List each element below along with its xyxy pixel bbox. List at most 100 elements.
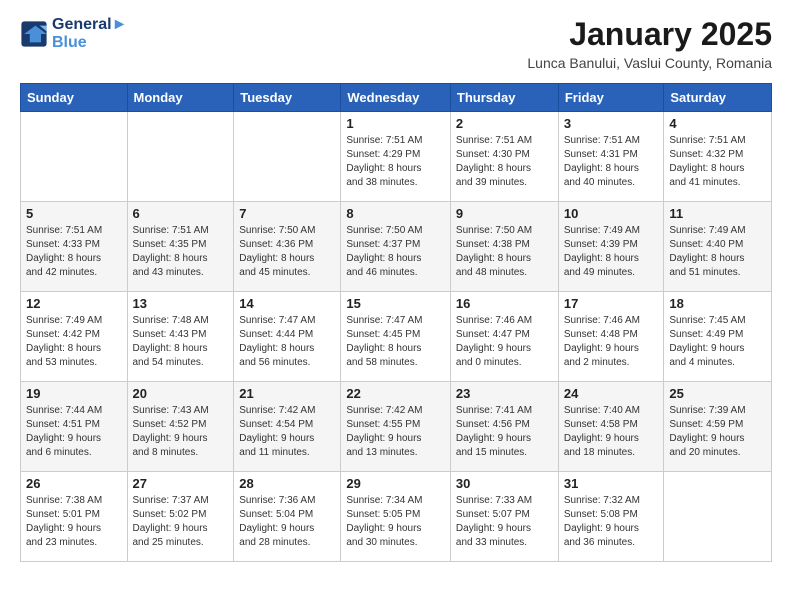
weekday-header-row: SundayMondayTuesdayWednesdayThursdayFrid… (21, 84, 772, 112)
day-number: 9 (456, 206, 553, 221)
calendar-cell: 7Sunrise: 7:50 AM Sunset: 4:36 PM Daylig… (234, 202, 341, 292)
calendar-cell: 12 Sunrise: 7:49 AM Sunset: 4:42 PM Dayli… (21, 292, 128, 382)
calendar-cell: 1Sunrise: 7:51 AM Sunset: 4:29 PM Daylig… (341, 112, 451, 202)
day-number: 2 (456, 116, 553, 131)
calendar-cell: 5 Sunrise: 7:51 AM Sunset: 4:33 PM Daylig… (21, 202, 128, 292)
day-number: 12 (26, 296, 122, 311)
day-info: Sunrise: 7:42 AM Sunset: 4:54 PM Dayligh… (239, 404, 335, 460)
calendar-cell: 9 Sunrise: 7:50 AM Sunset: 4:38 PM Daylig… (450, 202, 558, 292)
day-number: 23 (456, 386, 553, 401)
day-info: Sunrise: 7:49 AM Sunset: 4:42 PM Dayligh… (26, 314, 122, 370)
calendar-cell: 31Sunrise: 7:32 AM Sunset: 5:08 PM Dayli… (558, 472, 664, 562)
day-info: Sunrise: 7:43 AM Sunset: 4:52 PM Dayligh… (133, 404, 229, 460)
day-info: Sunrise: 7:38 AM Sunset: 5:01 PM Dayligh… (26, 494, 122, 550)
day-info: Sunrise: 7:50 AM Sunset: 4:36 PM Dayligh… (239, 224, 335, 280)
day-number: 27 (133, 476, 229, 491)
calendar-cell: 3Sunrise: 7:51 AM Sunset: 4:31 PM Daylig… (558, 112, 664, 202)
day-number: 6 (133, 206, 229, 221)
day-info: Sunrise: 7:47 AM Sunset: 4:44 PM Dayligh… (239, 314, 335, 370)
day-number: 17 (564, 296, 659, 311)
calendar-cell (127, 112, 234, 202)
day-info: Sunrise: 7:45 AM Sunset: 4:49 PM Dayligh… (669, 314, 766, 370)
calendar-cell: 21 Sunrise: 7:42 AM Sunset: 4:54 PM Dayli… (234, 382, 341, 472)
calendar-cell: 4 Sunrise: 7:51 AM Sunset: 4:32 PM Daylig… (664, 112, 772, 202)
weekday-header-saturday: Saturday (664, 84, 772, 112)
day-number: 5 (26, 206, 122, 221)
day-info: Sunrise: 7:32 AM Sunset: 5:08 PM Dayligh… (564, 494, 659, 550)
day-number: 26 (26, 476, 122, 491)
calendar-cell: 29Sunrise: 7:34 AM Sunset: 5:05 PM Dayli… (341, 472, 451, 562)
day-info: Sunrise: 7:37 AM Sunset: 5:02 PM Dayligh… (133, 494, 229, 550)
calendar-cell: 17 Sunrise: 7:46 AM Sunset: 4:48 PM Dayli… (558, 292, 664, 382)
calendar-week-row: 5 Sunrise: 7:51 AM Sunset: 4:33 PM Daylig… (21, 202, 772, 292)
calendar-table: SundayMondayTuesdayWednesdayThursdayFrid… (20, 83, 772, 562)
day-info: Sunrise: 7:51 AM Sunset: 4:32 PM Dayligh… (669, 134, 766, 190)
day-info: Sunrise: 7:42 AM Sunset: 4:55 PM Dayligh… (346, 404, 445, 460)
day-info: Sunrise: 7:46 AM Sunset: 4:47 PM Dayligh… (456, 314, 553, 370)
calendar-cell: 16Sunrise: 7:46 AM Sunset: 4:47 PM Dayli… (450, 292, 558, 382)
day-info: Sunrise: 7:36 AM Sunset: 5:04 PM Dayligh… (239, 494, 335, 550)
logo: General► Blue (20, 16, 127, 52)
weekday-header-friday: Friday (558, 84, 664, 112)
day-number: 14 (239, 296, 335, 311)
logo-text: General► Blue (52, 16, 127, 52)
calendar-cell: 22 Sunrise: 7:42 AM Sunset: 4:55 PM Dayli… (341, 382, 451, 472)
day-info: Sunrise: 7:41 AM Sunset: 4:56 PM Dayligh… (456, 404, 553, 460)
day-number: 24 (564, 386, 659, 401)
day-info: Sunrise: 7:39 AM Sunset: 4:59 PM Dayligh… (669, 404, 766, 460)
calendar-cell: 26 Sunrise: 7:38 AM Sunset: 5:01 PM Dayli… (21, 472, 128, 562)
weekday-header-tuesday: Tuesday (234, 84, 341, 112)
day-number: 15 (346, 296, 445, 311)
day-info: Sunrise: 7:50 AM Sunset: 4:38 PM Dayligh… (456, 224, 553, 280)
day-info: Sunrise: 7:51 AM Sunset: 4:35 PM Dayligh… (133, 224, 229, 280)
calendar-cell: 10Sunrise: 7:49 AM Sunset: 4:39 PM Dayli… (558, 202, 664, 292)
day-info: Sunrise: 7:51 AM Sunset: 4:30 PM Dayligh… (456, 134, 553, 190)
calendar-cell: 8Sunrise: 7:50 AM Sunset: 4:37 PM Daylig… (341, 202, 451, 292)
day-number: 22 (346, 386, 445, 401)
calendar-cell (664, 472, 772, 562)
day-number: 8 (346, 206, 445, 221)
calendar-week-row: 1Sunrise: 7:51 AM Sunset: 4:29 PM Daylig… (21, 112, 772, 202)
calendar-cell: 30 Sunrise: 7:33 AM Sunset: 5:07 PM Dayli… (450, 472, 558, 562)
calendar-cell: 28Sunrise: 7:36 AM Sunset: 5:04 PM Dayli… (234, 472, 341, 562)
day-info: Sunrise: 7:47 AM Sunset: 4:45 PM Dayligh… (346, 314, 445, 370)
calendar-cell: 13Sunrise: 7:48 AM Sunset: 4:43 PM Dayli… (127, 292, 234, 382)
calendar-cell: 27 Sunrise: 7:37 AM Sunset: 5:02 PM Dayli… (127, 472, 234, 562)
day-number: 19 (26, 386, 122, 401)
day-info: Sunrise: 7:33 AM Sunset: 5:07 PM Dayligh… (456, 494, 553, 550)
title-block: January 2025 Lunca Banului, Vaslui Count… (527, 16, 772, 71)
calendar-cell: 19 Sunrise: 7:44 AM Sunset: 4:51 PM Dayli… (21, 382, 128, 472)
day-number: 11 (669, 206, 766, 221)
day-number: 29 (346, 476, 445, 491)
day-info: Sunrise: 7:51 AM Sunset: 4:31 PM Dayligh… (564, 134, 659, 190)
weekday-header-thursday: Thursday (450, 84, 558, 112)
calendar-cell: 24Sunrise: 7:40 AM Sunset: 4:58 PM Dayli… (558, 382, 664, 472)
calendar-cell: 11 Sunrise: 7:49 AM Sunset: 4:40 PM Dayli… (664, 202, 772, 292)
calendar-cell (234, 112, 341, 202)
calendar-cell: 2 Sunrise: 7:51 AM Sunset: 4:30 PM Daylig… (450, 112, 558, 202)
day-number: 25 (669, 386, 766, 401)
weekday-header-wednesday: Wednesday (341, 84, 451, 112)
day-info: Sunrise: 7:49 AM Sunset: 4:40 PM Dayligh… (669, 224, 766, 280)
day-number: 21 (239, 386, 335, 401)
day-info: Sunrise: 7:51 AM Sunset: 4:33 PM Dayligh… (26, 224, 122, 280)
calendar-cell (21, 112, 128, 202)
calendar-cell: 15 Sunrise: 7:47 AM Sunset: 4:45 PM Dayli… (341, 292, 451, 382)
day-number: 30 (456, 476, 553, 491)
weekday-header-monday: Monday (127, 84, 234, 112)
month-title: January 2025 (527, 16, 772, 53)
page-header: General► Blue January 2025 Lunca Banului… (20, 16, 772, 71)
calendar-cell: 20 Sunrise: 7:43 AM Sunset: 4:52 PM Dayli… (127, 382, 234, 472)
calendar-cell: 23 Sunrise: 7:41 AM Sunset: 4:56 PM Dayli… (450, 382, 558, 472)
weekday-header-sunday: Sunday (21, 84, 128, 112)
day-number: 1 (346, 116, 445, 131)
logo-icon (20, 20, 48, 48)
calendar-week-row: 12 Sunrise: 7:49 AM Sunset: 4:42 PM Dayli… (21, 292, 772, 382)
calendar-cell: 6 Sunrise: 7:51 AM Sunset: 4:35 PM Daylig… (127, 202, 234, 292)
day-number: 13 (133, 296, 229, 311)
day-number: 4 (669, 116, 766, 131)
calendar-cell: 14 Sunrise: 7:47 AM Sunset: 4:44 PM Dayli… (234, 292, 341, 382)
day-info: Sunrise: 7:44 AM Sunset: 4:51 PM Dayligh… (26, 404, 122, 460)
day-info: Sunrise: 7:46 AM Sunset: 4:48 PM Dayligh… (564, 314, 659, 370)
day-number: 20 (133, 386, 229, 401)
